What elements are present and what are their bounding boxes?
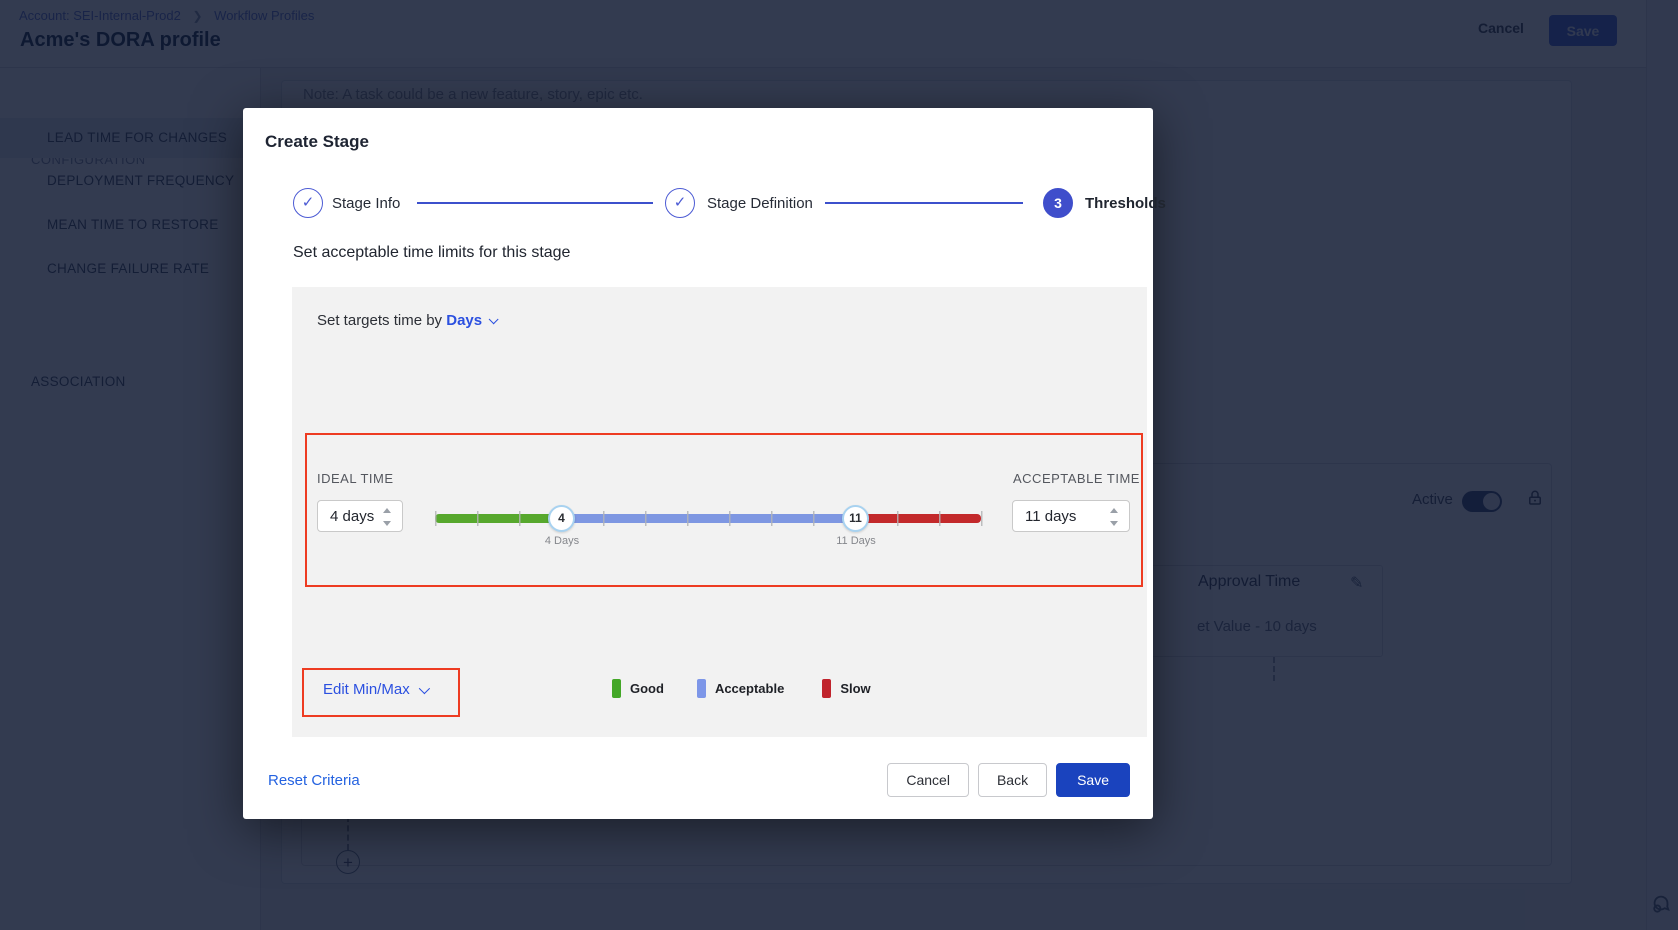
ideal-time-label: IDEAL TIME bbox=[317, 471, 394, 486]
ideal-time-input[interactable]: 4 days bbox=[317, 500, 403, 532]
step-connector-2 bbox=[825, 202, 1023, 204]
arrow-up-icon[interactable] bbox=[383, 508, 391, 513]
threshold-slider[interactable]: 4 11 4 Days 11 Days bbox=[435, 514, 981, 523]
step-connector-1 bbox=[417, 202, 653, 204]
step2-check-icon[interactable]: ✓ bbox=[665, 188, 695, 218]
legend-label-slow: Slow bbox=[840, 681, 870, 696]
stepper-arrows[interactable] bbox=[383, 507, 393, 527]
threshold-legend: Good Acceptable Slow bbox=[612, 679, 871, 698]
legend-swatch-good bbox=[612, 679, 621, 698]
legend-swatch-slow bbox=[822, 679, 831, 698]
step1-check-icon[interactable]: ✓ bbox=[293, 188, 323, 218]
edit-minmax-button[interactable]: Edit Min/Max bbox=[323, 681, 427, 698]
time-unit-dropdown[interactable]: Days bbox=[446, 312, 495, 329]
modal-back-button[interactable]: Back bbox=[978, 763, 1047, 797]
arrow-down-icon[interactable] bbox=[383, 521, 391, 526]
slider-ticks bbox=[435, 511, 983, 526]
slider-min-handle[interactable]: 4 bbox=[548, 505, 575, 532]
legend-label-good: Good bbox=[630, 681, 664, 696]
slider-max-handle[interactable]: 11 bbox=[842, 505, 869, 532]
set-targets-line: Set targets time by Days bbox=[317, 312, 495, 329]
create-stage-modal: Create Stage ✓ Stage Info ✓ Stage Defini… bbox=[243, 108, 1153, 819]
modal-cancel-button[interactable]: Cancel bbox=[887, 763, 969, 797]
stepper-arrows[interactable] bbox=[1110, 507, 1120, 527]
modal-save-button[interactable]: Save bbox=[1056, 763, 1130, 797]
modal-title: Create Stage bbox=[265, 132, 369, 152]
arrow-down-icon[interactable] bbox=[1110, 521, 1118, 526]
step2-label: Stage Definition bbox=[707, 195, 813, 212]
modal-footer-buttons: Cancel Back Save bbox=[887, 763, 1130, 797]
legend-label-acceptable: Acceptable bbox=[715, 681, 784, 696]
slider-min-caption: 4 Days bbox=[532, 535, 592, 547]
chevron-down-icon bbox=[489, 314, 499, 324]
legend-swatch-acceptable bbox=[697, 679, 706, 698]
reset-criteria-link[interactable]: Reset Criteria bbox=[268, 772, 360, 789]
slider-max-caption: 11 Days bbox=[826, 535, 886, 547]
step3-label: Thresholds bbox=[1085, 195, 1166, 212]
step1-label: Stage Info bbox=[332, 195, 400, 212]
acceptable-time-input[interactable]: 11 days bbox=[1012, 500, 1130, 532]
threshold-panel: Set targets time by Days IDEAL TIME 4 da… bbox=[292, 287, 1147, 737]
modal-subtitle: Set acceptable time limits for this stag… bbox=[293, 244, 570, 262]
set-targets-prefix: Set targets time by bbox=[317, 312, 442, 329]
acceptable-time-label: ACCEPTABLE TIME bbox=[1013, 471, 1140, 486]
arrow-up-icon[interactable] bbox=[1110, 508, 1118, 513]
step3-number-badge[interactable]: 3 bbox=[1043, 188, 1073, 218]
